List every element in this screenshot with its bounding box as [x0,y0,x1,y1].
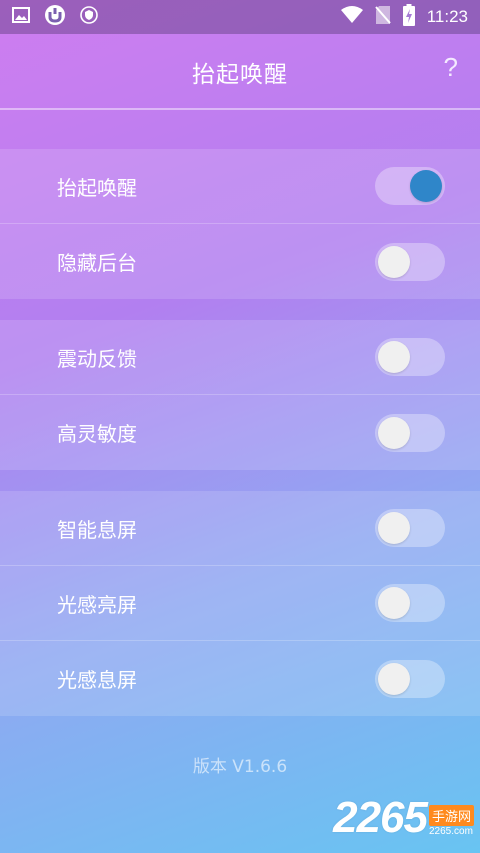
torrent-app-icon [44,4,66,30]
setting-row-vibration-feedback[interactable]: 震动反馈 [0,320,480,395]
watermark-cn: 手游网 [428,805,474,826]
setting-label: 高灵敏度 [57,422,137,446]
status-time: 11:23 [426,7,468,26]
vibration-feedback-toggle[interactable] [375,338,445,376]
help-button[interactable]: ? [444,52,458,83]
settings-group-1: 抬起唤醒 隐藏后台 [0,149,480,299]
smart-screen-off-toggle[interactable] [375,509,445,547]
image-icon [12,7,30,27]
version-label: 版本 V1.6.6 [192,757,288,777]
setting-row-hide-background[interactable]: 隐藏后台 [0,224,480,299]
watermark-side: 手游网 2265.com [428,805,474,837]
toggle-knob [378,416,410,449]
setting-row-light-sensor-screen-on[interactable]: 光感亮屏 [0,566,480,641]
light-sensor-screen-off-toggle[interactable] [375,659,445,698]
system-icons: 11:23 [340,4,468,30]
wifi-icon [340,6,363,28]
setting-row-light-sensor-screen-off[interactable]: 光感息屏 [0,641,480,716]
setting-row-high-sensitivity[interactable]: 高灵敏度 [0,395,480,470]
hide-background-toggle[interactable] [375,242,445,281]
no-sim-icon [374,5,391,29]
setting-label: 抬起唤醒 [57,175,137,200]
notification-icons [12,4,98,30]
toggle-knob [378,512,410,544]
watermark-number: 2265 [333,793,428,842]
high-sensitivity-toggle[interactable] [375,413,445,452]
shield-app-icon [80,6,98,28]
toggle-knob [378,662,410,695]
site-watermark: 2265 手游网 2265.com [333,793,474,843]
light-sensor-screen-on-toggle[interactable] [375,584,445,622]
toggle-knob [378,341,410,373]
watermark-en: 2265.com [428,826,473,837]
toggle-knob [410,170,442,202]
title-bar: 抬起唤醒 ? [0,34,480,110]
page-title: 抬起唤醒 [192,62,288,88]
settings-group-2: 震动反馈 高灵敏度 [0,320,480,470]
battery-charging-icon [402,4,415,30]
setting-label: 智能息屏 [57,517,137,542]
setting-row-smart-screen-off[interactable]: 智能息屏 [0,491,480,566]
settings-group-3: 智能息屏 光感亮屏 光感息屏 [0,491,480,716]
toggle-knob [378,587,410,619]
title-divider [0,108,480,110]
raise-to-wake-toggle[interactable] [375,167,445,205]
status-bar: 11:23 [0,0,480,34]
setting-label: 光感亮屏 [57,592,137,617]
setting-label: 光感息屏 [57,668,137,692]
setting-label: 震动反馈 [57,346,137,371]
setting-label: 隐藏后台 [57,251,137,275]
toggle-knob [378,245,410,278]
setting-row-raise-to-wake[interactable]: 抬起唤醒 [0,149,480,224]
